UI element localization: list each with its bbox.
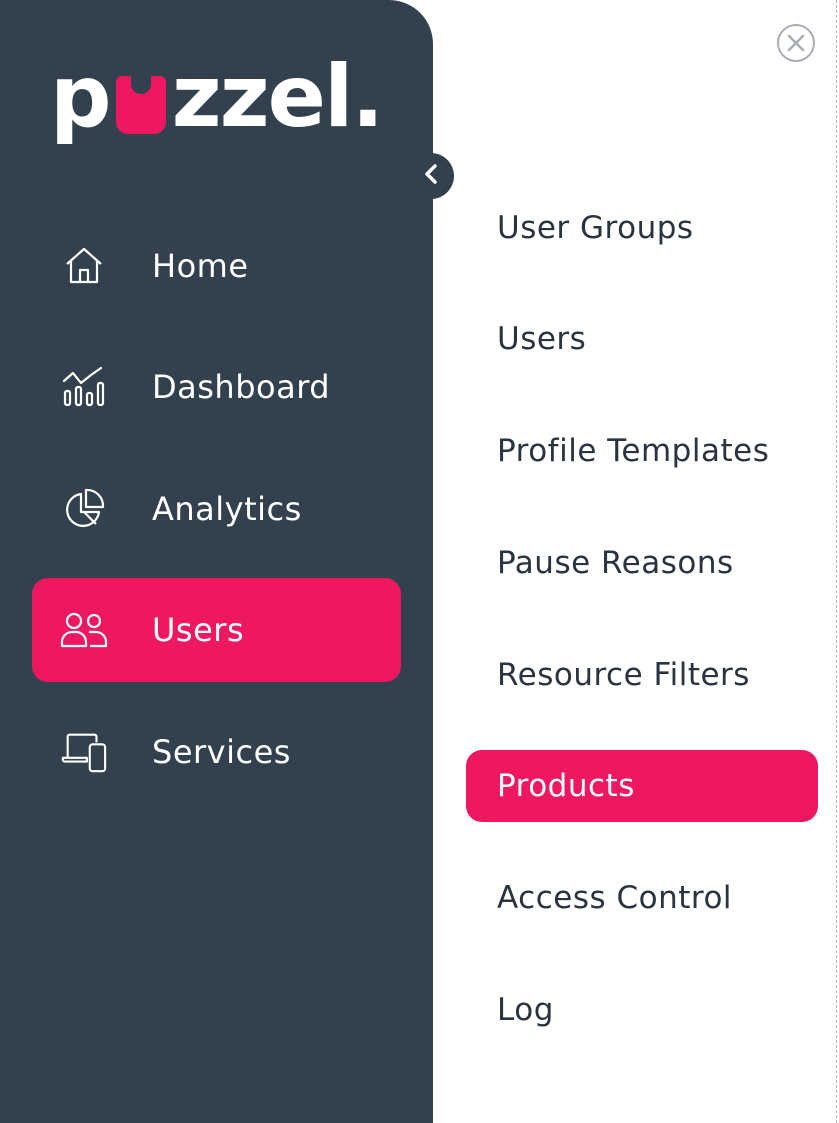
- submenu-item-label: Users: [497, 321, 587, 357]
- app-frame: p zzel. Home Dashboard Analytics Users S…: [0, 0, 839, 1123]
- users-icon: [60, 606, 108, 654]
- logo-text-end: zzel.: [171, 47, 385, 147]
- submenu-item-log[interactable]: Log: [466, 974, 818, 1046]
- submenu-item-users[interactable]: Users: [466, 303, 818, 375]
- panel-edge-divider: [836, 0, 838, 1123]
- submenu-item-label: User Groups: [497, 210, 694, 246]
- sidebar-item-label: Analytics: [152, 490, 302, 528]
- submenu-item-user-groups[interactable]: User Groups: [466, 192, 818, 264]
- submenu-item-profile-templates[interactable]: Profile Templates: [466, 415, 818, 487]
- sidebar-item-label: Users: [152, 611, 245, 649]
- logo-u-mark: [115, 76, 166, 134]
- sidebar-item-services[interactable]: Services: [32, 700, 401, 804]
- logo-text-start: p: [50, 47, 112, 147]
- collapse-sidebar-button[interactable]: [408, 153, 454, 199]
- dashboard-icon: [60, 363, 108, 411]
- sidebar-item-home[interactable]: Home: [32, 214, 401, 318]
- submenu-item-access-control[interactable]: Access Control: [466, 862, 818, 934]
- pie-chart-icon: [60, 485, 108, 533]
- sidebar-item-dashboard[interactable]: Dashboard: [32, 335, 401, 439]
- submenu-item-products[interactable]: Products: [466, 750, 818, 822]
- submenu-item-label: Profile Templates: [497, 433, 770, 469]
- submenu-item-label: Products: [497, 768, 635, 804]
- submenu-item-resource-filters[interactable]: Resource Filters: [466, 639, 818, 711]
- chevron-left-icon: [421, 162, 441, 190]
- sidebar-item-label: Dashboard: [152, 368, 331, 406]
- submenu-item-pause-reasons[interactable]: Pause Reasons: [466, 527, 818, 599]
- submenu-item-label: Log: [497, 992, 554, 1028]
- submenu-item-label: Resource Filters: [497, 657, 750, 693]
- sidebar-item-analytics[interactable]: Analytics: [32, 457, 401, 561]
- submenu-item-label: Access Control: [497, 880, 733, 916]
- close-button[interactable]: [776, 23, 816, 63]
- sidebar: p zzel. Home Dashboard Analytics Users S…: [0, 0, 433, 1123]
- devices-icon: [60, 728, 108, 776]
- puzzel-logo[interactable]: p zzel.: [50, 30, 385, 147]
- home-icon: [60, 242, 108, 290]
- close-icon: [776, 24, 816, 67]
- submenu-item-label: Pause Reasons: [497, 545, 734, 581]
- sidebar-item-users[interactable]: Users: [32, 578, 401, 682]
- sidebar-item-label: Services: [152, 733, 291, 771]
- sidebar-item-label: Home: [152, 247, 249, 285]
